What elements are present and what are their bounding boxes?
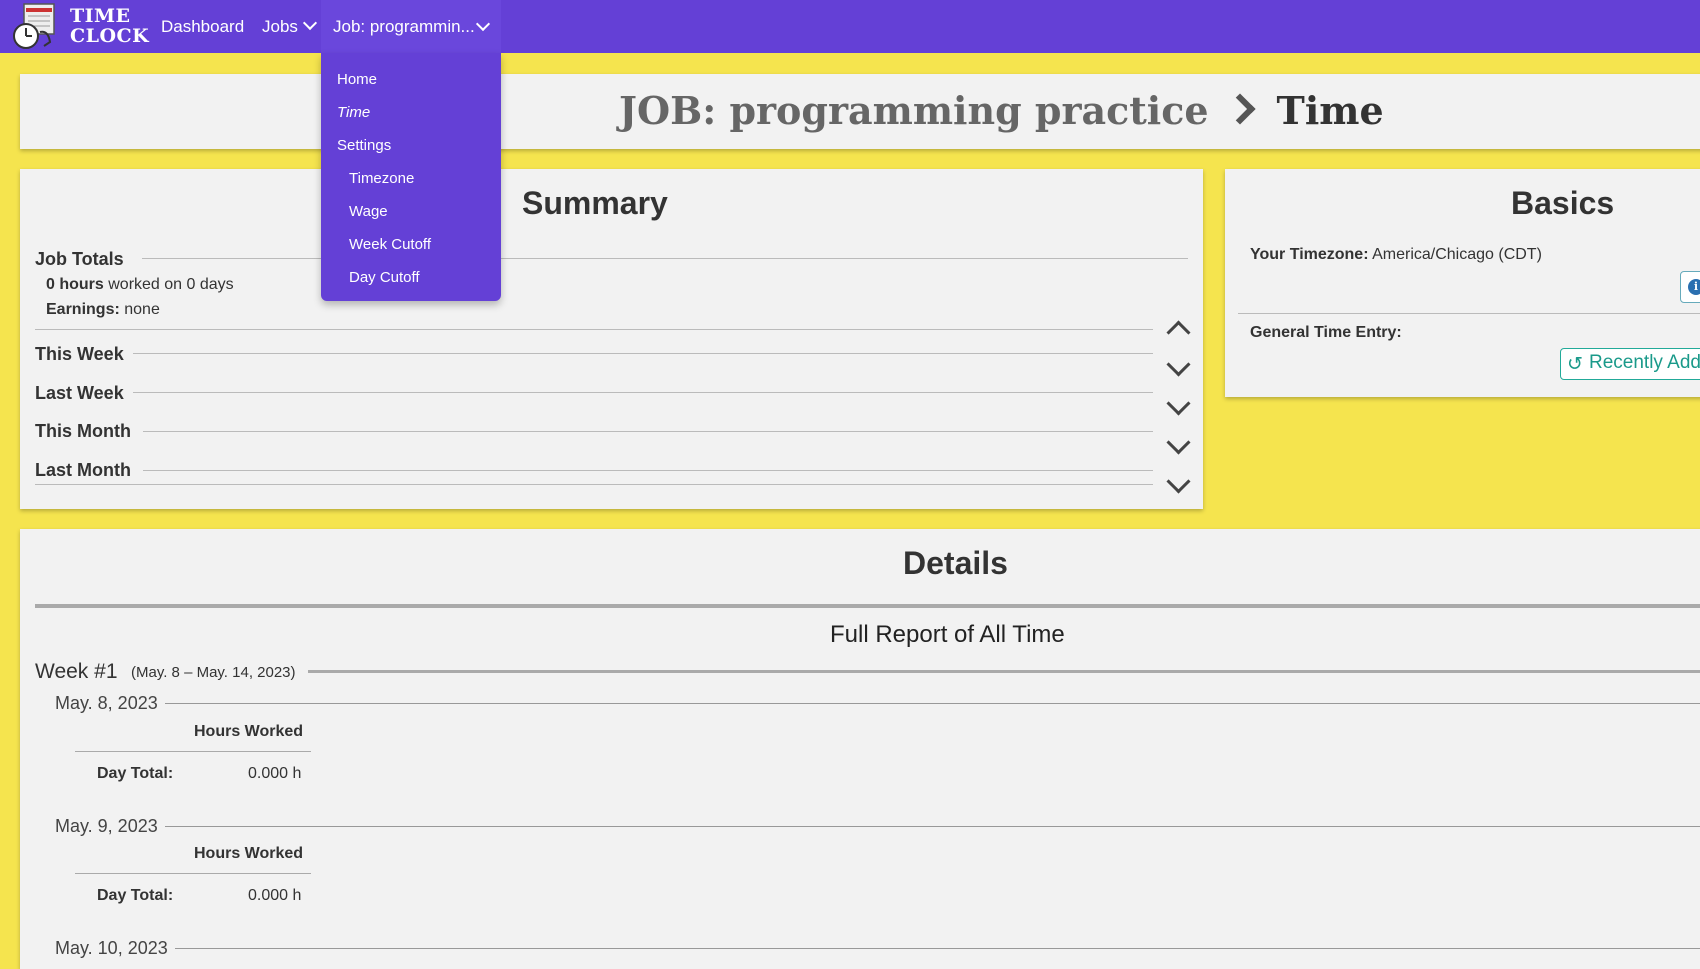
divider [165, 703, 1700, 704]
divider [165, 826, 1700, 827]
summary-section-last-week[interactable]: Last Week [35, 383, 124, 404]
divider [308, 670, 1700, 673]
timezone-value: America/Chicago (CDT) [1372, 246, 1542, 263]
time-clock-logo[interactable] [10, 2, 64, 50]
recently-added-button[interactable]: ↺ Recently Added [1560, 348, 1700, 380]
basics-heading: Basics [1511, 185, 1615, 221]
nav-jobs-dropdown[interactable]: Jobs [262, 15, 317, 37]
job-totals-label: Job Totals [35, 249, 124, 269]
menu-item-time[interactable]: Time [337, 104, 370, 121]
chevron-down-icon [475, 16, 491, 32]
divider [35, 329, 1153, 330]
breadcrumb-current: Time [1276, 88, 1384, 133]
menu-item-settings[interactable]: Settings [337, 137, 391, 154]
hours-total: 0 hours [46, 276, 104, 293]
earnings-label: Earnings: [46, 301, 120, 318]
day-date: May. 9, 2023 [55, 816, 158, 836]
divider [35, 484, 1153, 485]
menu-item-wage[interactable]: Wage [349, 203, 388, 220]
earnings-value: none [124, 301, 160, 318]
general-time-entry-label: General Time Entry: [1250, 324, 1402, 341]
day-total-label: Day Total: [97, 765, 174, 782]
divider [75, 751, 311, 752]
brand-name[interactable]: TIME CLOCK [70, 6, 149, 46]
job-totals-earnings: Earnings: none [46, 301, 160, 319]
menu-item-week-cutoff[interactable]: Week Cutoff [349, 236, 431, 253]
divider [142, 258, 1188, 259]
hours-worked-header: Hours Worked [194, 845, 304, 862]
chevron-down-icon [302, 15, 317, 31]
nav-jobs-label: Jobs [262, 17, 298, 36]
divider [75, 873, 311, 874]
summary-section-this-month[interactable]: This Month [35, 421, 131, 442]
week-label: Week #1 [35, 660, 118, 683]
hours-detail: worked on 0 days [108, 276, 234, 293]
day-date: May. 8, 2023 [55, 693, 158, 713]
divider [143, 431, 1153, 432]
info-icon: i [1688, 279, 1700, 295]
nav-current-job-dropdown[interactable]: Job: programmin... [321, 0, 501, 53]
divider [143, 470, 1153, 471]
page-title: JOB: programming practice Time [619, 88, 1384, 133]
day-total-value: 0.000 h [248, 765, 302, 782]
timezone-label: Your Timezone: [1250, 246, 1369, 263]
menu-item-timezone[interactable]: Timezone [349, 170, 414, 187]
summary-heading: Summary [522, 185, 668, 221]
summary-section-this-week[interactable]: This Week [35, 344, 124, 365]
job-dropdown-menu: Home Time Settings Timezone Wage Week Cu… [321, 53, 501, 301]
timezone-info-button[interactable]: i [1680, 271, 1700, 303]
breadcrumb-job[interactable]: JOB: programming practice [619, 88, 1209, 133]
menu-item-home[interactable]: Home [337, 71, 377, 88]
brand-line-1: TIME [70, 5, 131, 27]
brand-line-2: CLOCK [70, 25, 150, 47]
timezone-info: Your Timezone: America/Chicago (CDT) [1250, 246, 1542, 264]
divider [133, 392, 1153, 393]
job-totals-hours: 0 hours worked on 0 days [46, 276, 234, 294]
day-total-value: 0.000 h [248, 887, 302, 904]
history-icon: ↺ [1567, 354, 1583, 375]
divider [35, 604, 1700, 608]
menu-item-day-cutoff[interactable]: Day Cutoff [349, 269, 420, 286]
nav-current-job-label: Job: programmin... [333, 17, 475, 36]
day-total-label: Day Total: [97, 887, 174, 904]
week-range: (May. 8 – May. 14, 2023) [131, 664, 296, 681]
navbar: TIME CLOCK Dashboard Jobs Job: programmi… [0, 0, 1700, 53]
hours-worked-header: Hours Worked [194, 723, 304, 740]
divider [175, 948, 1700, 949]
details-heading: Details [903, 545, 1008, 581]
recently-added-label: Recently Added [1589, 352, 1700, 373]
report-title: Full Report of All Time [830, 621, 1065, 648]
summary-section-last-month[interactable]: Last Month [35, 460, 131, 481]
chevron-right-icon [1223, 93, 1256, 125]
divider [1238, 313, 1700, 314]
day-date: May. 10, 2023 [55, 938, 168, 958]
nav-dashboard-link[interactable]: Dashboard [161, 17, 244, 37]
divider [133, 353, 1153, 354]
